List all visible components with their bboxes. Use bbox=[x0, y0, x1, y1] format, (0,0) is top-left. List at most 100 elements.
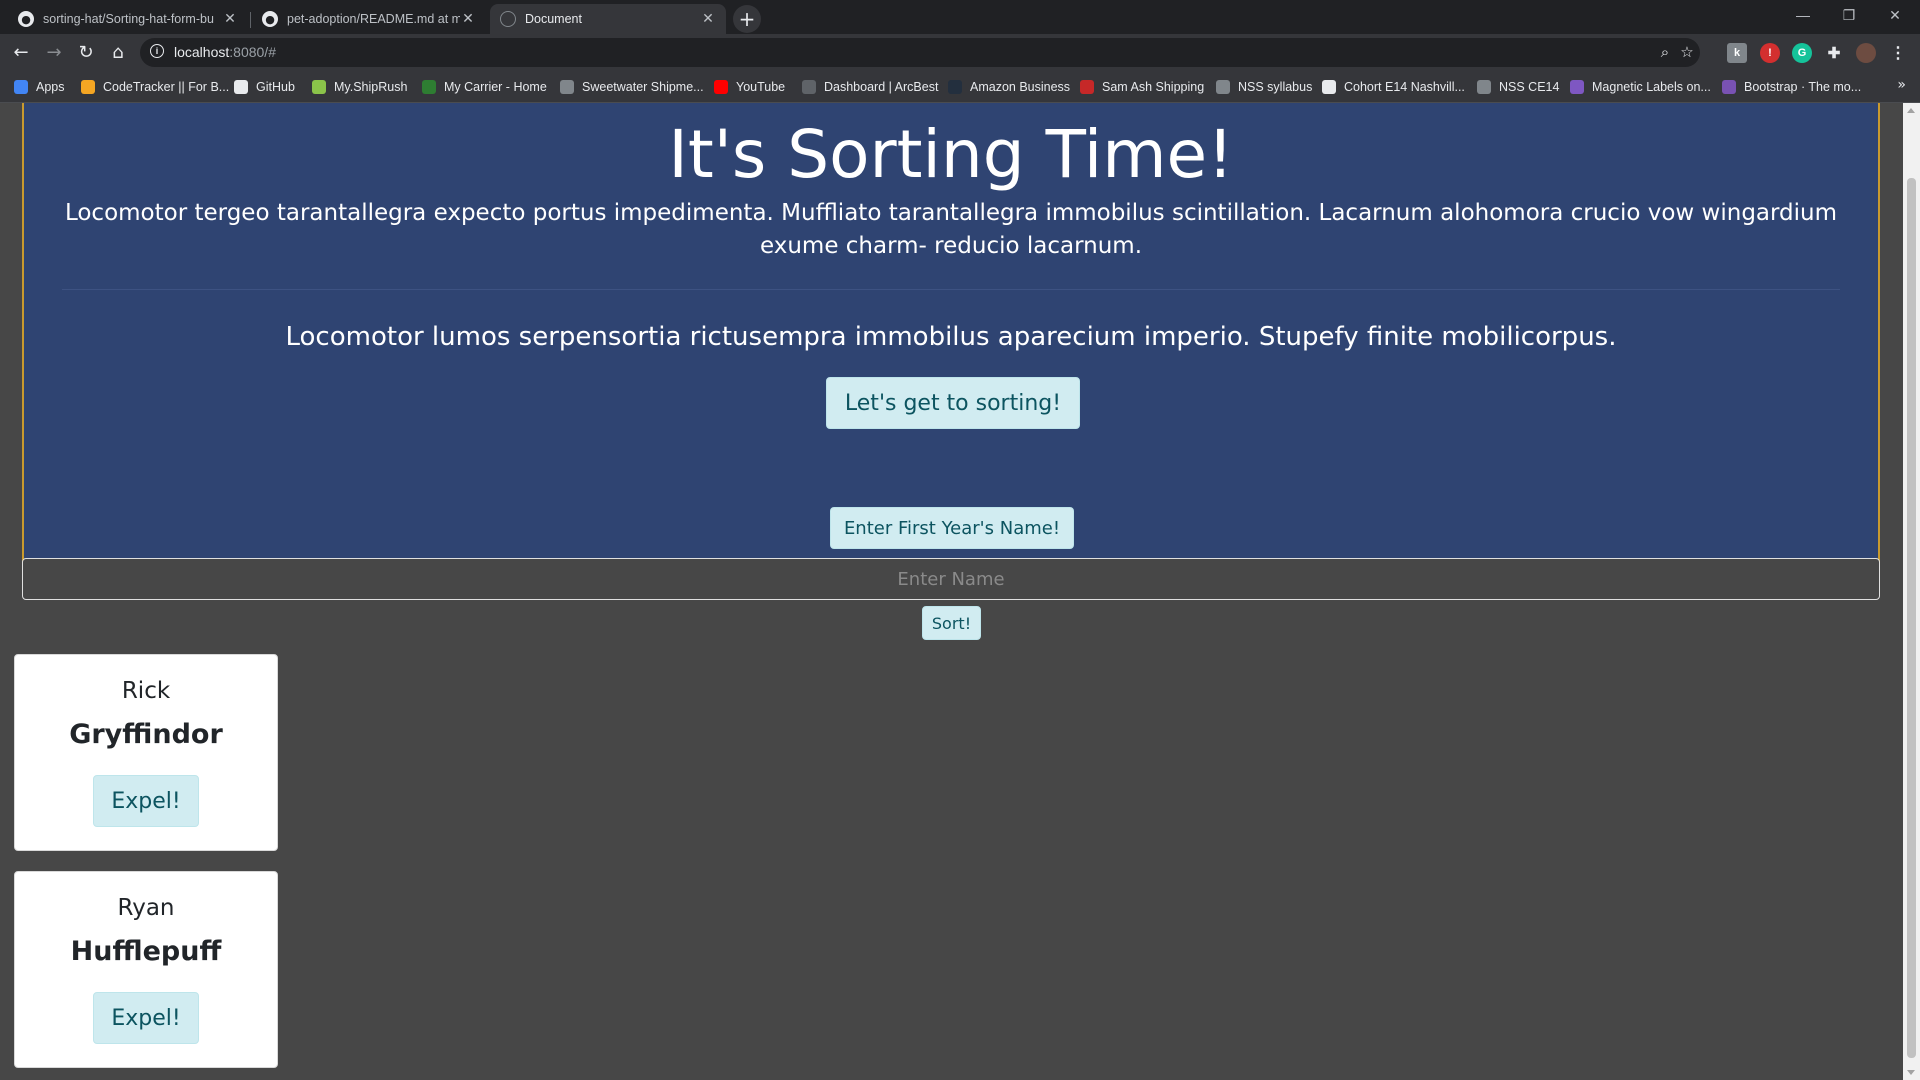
student-house: Gryffindor bbox=[69, 719, 223, 750]
bootstrap-icon bbox=[1722, 80, 1736, 94]
intro-text: Locomotor tergeo tarantallegra expecto p… bbox=[64, 200, 1838, 259]
expel-button[interactable]: Expel! bbox=[93, 775, 199, 827]
bookmark-item[interactable]: Sam Ash Shipping bbox=[1080, 77, 1204, 97]
cohort-icon bbox=[1322, 80, 1336, 94]
url-text: localhost:8080/# bbox=[174, 44, 276, 60]
bookmark-label: Bootstrap · The mo... bbox=[1744, 80, 1862, 94]
close-tab-icon[interactable]: ✕ bbox=[460, 11, 476, 27]
bookmark-item[interactable]: GitHub bbox=[234, 77, 295, 97]
scroll-up-arrow-icon[interactable] bbox=[1907, 108, 1915, 113]
magnetic-icon bbox=[1570, 80, 1584, 94]
name-input[interactable] bbox=[22, 558, 1880, 600]
bookmark-label: GitHub bbox=[256, 80, 295, 94]
bookmark-label: NSS CE14 bbox=[1499, 80, 1560, 94]
globe-icon bbox=[560, 80, 574, 94]
tab-title: Document bbox=[525, 12, 582, 26]
forward-arrow-icon[interactable]: → bbox=[40, 38, 68, 66]
reload-icon[interactable]: ↻ bbox=[72, 38, 100, 66]
arcbest-icon bbox=[802, 80, 816, 94]
close-tab-icon[interactable]: ✕ bbox=[700, 11, 716, 27]
more-bookmarks-icon[interactable]: » bbox=[1897, 77, 1906, 93]
browser-tab-3[interactable]: Document ✕ bbox=[490, 4, 726, 34]
bookmark-item[interactable]: Cohort E14 Nashvill... bbox=[1322, 77, 1465, 97]
tab-title: sorting-hat/Sorting-hat-form-bu bbox=[43, 12, 214, 26]
scroll-down-arrow-icon[interactable] bbox=[1907, 1070, 1915, 1075]
student-name: Ryan bbox=[117, 895, 175, 921]
bookmark-item[interactable]: My.ShipRush bbox=[312, 77, 407, 97]
tab-strip: ● sorting-hat/Sorting-hat-form-bu ✕ ● pe… bbox=[0, 0, 1920, 34]
github-icon: ● bbox=[18, 11, 34, 27]
zoom-icon[interactable]: ⌕ bbox=[1655, 42, 1675, 62]
close-tab-icon[interactable]: ✕ bbox=[222, 11, 238, 27]
extension-k-icon[interactable]: k bbox=[1727, 43, 1747, 63]
extensions-puzzle-icon[interactable]: ✚ bbox=[1824, 43, 1844, 63]
url-host: localhost bbox=[174, 44, 230, 60]
codetracker-icon bbox=[81, 80, 95, 94]
student-card: Ryan Hufflepuff Expel! bbox=[14, 871, 278, 1068]
restore-button[interactable]: ❐ bbox=[1826, 0, 1872, 30]
bookmark-item[interactable]: NSS syllabus bbox=[1216, 77, 1312, 97]
new-tab-button[interactable]: + bbox=[733, 5, 761, 33]
page-viewport: It's Sorting Time! Locomotor tergeo tara… bbox=[0, 103, 1903, 1080]
bookmark-label: Apps bbox=[36, 80, 65, 94]
browser-toolbar: ← → ↻ ⌂ i localhost:8080/# ⌕ ☆ k ! G ✚ ⋮ bbox=[0, 34, 1920, 71]
bookmark-item[interactable]: Amazon Business bbox=[948, 77, 1070, 97]
bookmark-label: CodeTracker || For B... bbox=[103, 80, 230, 94]
student-house: Hufflepuff bbox=[70, 936, 222, 967]
bookmark-label: YouTube bbox=[736, 80, 786, 94]
apps-grid-icon bbox=[14, 80, 28, 94]
extension-red-icon[interactable]: ! bbox=[1760, 43, 1780, 63]
address-bar[interactable]: i localhost:8080/# ⌕ ☆ bbox=[140, 38, 1700, 67]
sub-intro-text: Locomotor lumos serpensortia rictusempra… bbox=[285, 322, 1617, 352]
enter-name-label-button[interactable]: Enter First Year's Name! bbox=[830, 507, 1074, 549]
grammarly-icon[interactable]: G bbox=[1792, 43, 1812, 63]
bookmark-item[interactable]: Sweetwater Shipme... bbox=[560, 77, 704, 97]
bookmark-label: My Carrier - Home bbox=[444, 80, 547, 94]
divider bbox=[62, 289, 1840, 290]
start-sorting-button[interactable]: Let's get to sorting! bbox=[826, 377, 1080, 429]
browser-tab-1[interactable]: ● sorting-hat/Sorting-hat-form-bu ✕ bbox=[8, 4, 248, 34]
bookmark-item[interactable]: YouTube bbox=[714, 77, 785, 97]
tab-separator bbox=[250, 12, 251, 28]
url-path: :8080/# bbox=[229, 44, 276, 60]
close-window-button[interactable]: ✕ bbox=[1872, 0, 1918, 30]
bookmark-item[interactable]: Dashboard | ArcBest bbox=[802, 77, 938, 97]
bookmark-item[interactable]: NSS CE14 bbox=[1477, 77, 1559, 97]
profile-avatar[interactable] bbox=[1856, 43, 1876, 63]
bookmark-item[interactable]: Magnetic Labels on... bbox=[1570, 77, 1711, 97]
bookmark-label: Cohort E14 Nashvill... bbox=[1344, 80, 1465, 94]
bookmark-label: Dashboard | ArcBest bbox=[824, 80, 939, 94]
browser-menu-icon[interactable]: ⋮ bbox=[1888, 43, 1908, 63]
expel-button[interactable]: Expel! bbox=[93, 992, 199, 1044]
github-icon: ● bbox=[262, 11, 278, 27]
sort-button[interactable]: Sort! bbox=[922, 606, 981, 640]
site-info-icon[interactable]: i bbox=[150, 44, 164, 58]
page-scrollbar[interactable] bbox=[1903, 103, 1920, 1080]
bookmarks-bar: Apps CodeTracker || For B... GitHub My.Ship… bbox=[0, 71, 1920, 103]
student-card: Rick Gryffindor Expel! bbox=[14, 654, 278, 851]
minimize-button[interactable]: — bbox=[1780, 0, 1826, 30]
star-bookmark-icon[interactable]: ☆ bbox=[1677, 42, 1697, 62]
bookmark-label: My.ShipRush bbox=[334, 80, 408, 94]
browser-tab-2[interactable]: ● pet-adoption/README.md at ma ✕ bbox=[252, 4, 486, 34]
home-icon[interactable]: ⌂ bbox=[104, 38, 132, 66]
bookmark-item[interactable]: My Carrier - Home bbox=[422, 77, 547, 97]
bookmark-label: Sam Ash Shipping bbox=[1102, 80, 1205, 94]
jumbotron: It's Sorting Time! Locomotor tergeo tara… bbox=[22, 103, 1880, 570]
tab-title: pet-adoption/README.md at ma bbox=[287, 12, 460, 26]
bookmark-label: Amazon Business bbox=[970, 80, 1071, 94]
bookmark-label: Magnetic Labels on... bbox=[1592, 80, 1711, 94]
bookmark-item[interactable]: Bootstrap · The mo... bbox=[1722, 77, 1861, 97]
samash-icon bbox=[1080, 80, 1094, 94]
student-name: Rick bbox=[121, 678, 171, 704]
globe-icon bbox=[1216, 80, 1230, 94]
carrier-icon bbox=[422, 80, 436, 94]
github-icon bbox=[234, 80, 248, 94]
page-title: It's Sorting Time! bbox=[668, 116, 1234, 193]
bookmark-item[interactable]: CodeTracker || For B... bbox=[81, 77, 229, 97]
shiprush-icon bbox=[312, 80, 326, 94]
bookmark-item[interactable]: Apps bbox=[14, 77, 65, 97]
back-arrow-icon[interactable]: ← bbox=[7, 38, 35, 66]
scroll-thumb[interactable] bbox=[1907, 178, 1916, 1058]
globe-icon bbox=[1477, 80, 1491, 94]
